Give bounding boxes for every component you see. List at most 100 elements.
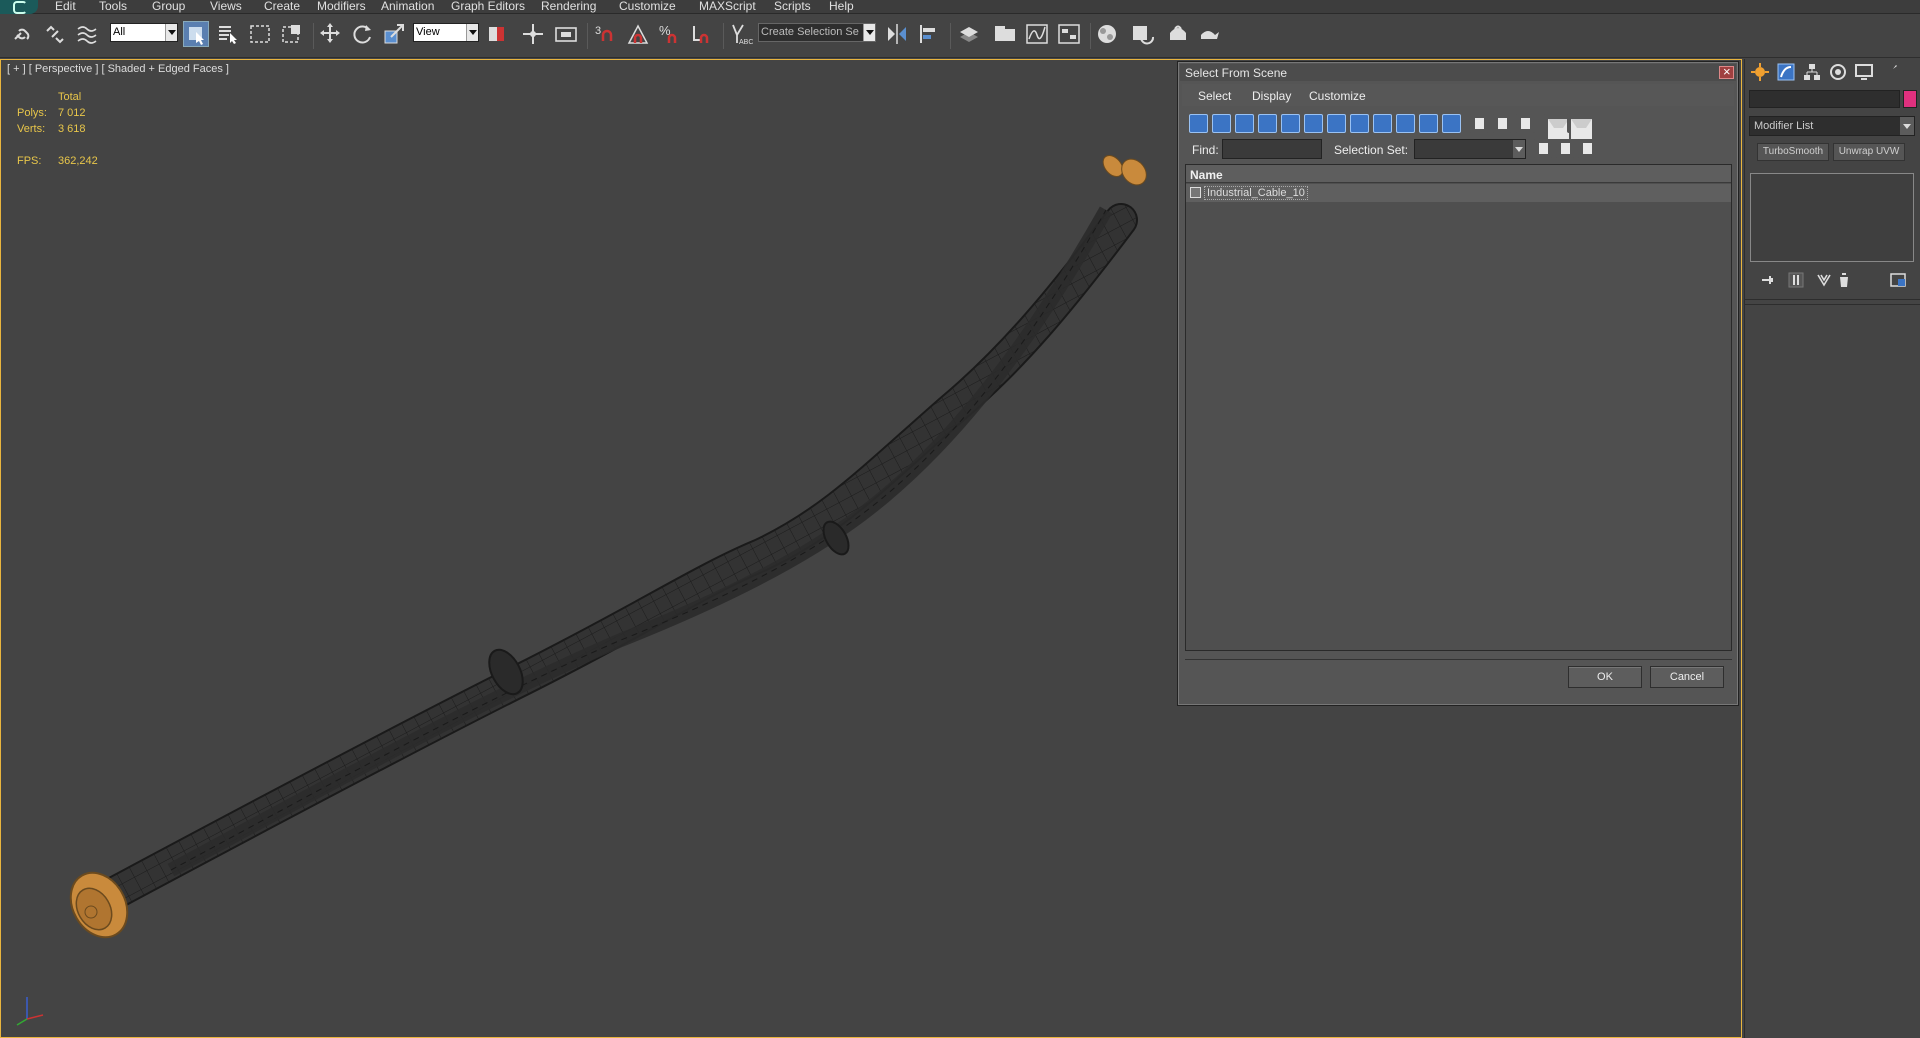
bones-filter-icon[interactable] xyxy=(1373,114,1392,133)
containers-filter-icon[interactable] xyxy=(1396,114,1415,133)
unlink-icon[interactable] xyxy=(42,21,68,47)
menu-animation[interactable]: Animation xyxy=(381,0,434,13)
render-production-icon[interactable] xyxy=(1197,21,1223,47)
mirror-icon[interactable] xyxy=(884,21,910,47)
layer-manager-icon[interactable] xyxy=(956,21,982,47)
create-selection-set-icon[interactable] xyxy=(1534,139,1553,158)
menu-maxscript[interactable]: MAXScript xyxy=(699,0,756,13)
menu-graph-editors[interactable]: Graph Editors xyxy=(451,0,525,13)
reference-coordinate-dropdown[interactable]: View xyxy=(413,23,479,42)
chevron-down-icon xyxy=(1513,140,1525,158)
angle-snap-icon[interactable] xyxy=(625,21,651,47)
material-editor-icon[interactable] xyxy=(1094,21,1120,47)
menu-customize[interactable]: Customize xyxy=(619,0,676,13)
window-crossing-icon[interactable] xyxy=(279,21,305,47)
configure-modifier-sets-icon[interactable] xyxy=(1889,271,1907,289)
select-all-icon[interactable] xyxy=(1470,114,1489,133)
move-icon[interactable] xyxy=(317,21,343,47)
modify-tab-icon[interactable] xyxy=(1775,61,1797,83)
link-icon[interactable] xyxy=(10,21,36,47)
name-column-header[interactable]: Name xyxy=(1190,168,1223,182)
display-tab-icon[interactable] xyxy=(1853,61,1875,83)
ok-button[interactable]: OK xyxy=(1568,666,1642,688)
menu-views[interactable]: Views xyxy=(210,0,242,13)
add-to-selection-set-icon[interactable] xyxy=(1556,139,1575,158)
keyboard-shortcut-override-icon[interactable] xyxy=(553,21,579,47)
select-manipulate-icon[interactable] xyxy=(520,21,546,47)
snaps-toggle-icon[interactable]: 3 xyxy=(593,21,619,47)
schematic-view-icon[interactable] xyxy=(1056,21,1082,47)
menu-rendering[interactable]: Rendering xyxy=(541,0,596,13)
xrefs-filter-icon[interactable] xyxy=(1350,114,1369,133)
percent-snap-icon[interactable]: % xyxy=(657,21,683,47)
remove-from-selection-set-icon[interactable] xyxy=(1578,139,1597,158)
align-icon[interactable] xyxy=(916,21,942,47)
filter-icon[interactable] xyxy=(1544,114,1569,139)
menu-tools[interactable]: Tools xyxy=(99,0,127,13)
app-logo-icon[interactable] xyxy=(0,0,38,14)
select-none-icon[interactable] xyxy=(1493,114,1512,133)
cancel-button[interactable]: Cancel xyxy=(1650,666,1724,688)
unwrap-uvw-button[interactable]: Unwrap UVW xyxy=(1833,143,1905,161)
svg-text:ABC: ABC xyxy=(739,39,753,46)
groups-filter-icon[interactable] xyxy=(1327,114,1346,133)
modifier-stack[interactable] xyxy=(1750,173,1914,262)
helpers-filter-icon[interactable] xyxy=(1281,114,1300,133)
menu-help[interactable]: Help xyxy=(829,0,854,13)
object-color-swatch[interactable] xyxy=(1903,90,1917,108)
menu-edit[interactable]: Edit xyxy=(55,0,76,13)
dialog-menu-select[interactable]: Select xyxy=(1198,89,1231,103)
invert-selection-icon[interactable] xyxy=(1516,114,1535,133)
modifier-list-dropdown[interactable]: Modifier List xyxy=(1749,116,1915,136)
utilities-tab-icon[interactable] xyxy=(1879,61,1901,83)
object-name[interactable]: Industrial_Cable_10 xyxy=(1204,186,1308,200)
select-by-name-icon[interactable] xyxy=(215,21,241,47)
object-name-field[interactable] xyxy=(1749,90,1900,108)
filter-options-icon[interactable] xyxy=(1567,114,1592,139)
dialog-menu-customize[interactable]: Customize xyxy=(1309,89,1366,103)
motion-tab-icon[interactable] xyxy=(1827,61,1849,83)
pivot-center-icon[interactable] xyxy=(484,21,510,47)
shapes-filter-icon[interactable] xyxy=(1212,114,1231,133)
dialog-menu-display[interactable]: Display xyxy=(1252,89,1291,103)
list-header[interactable]: Name xyxy=(1186,165,1731,183)
space-warps-filter-icon[interactable] xyxy=(1304,114,1323,133)
spinner-snap-icon[interactable] xyxy=(689,21,715,47)
cameras-filter-icon[interactable] xyxy=(1258,114,1277,133)
show-end-result-icon[interactable] xyxy=(1787,271,1805,289)
turbosmooth-button[interactable]: TurboSmooth xyxy=(1757,143,1829,161)
toolbar-separator xyxy=(950,23,951,49)
hidden-filter-icon[interactable] xyxy=(1442,114,1461,133)
pin-stack-icon[interactable] xyxy=(1759,271,1777,289)
menu-scripts[interactable]: Scripts xyxy=(774,0,811,13)
rectangular-selection-icon[interactable] xyxy=(247,21,273,47)
named-selection-sets-dropdown[interactable]: Create Selection Se xyxy=(758,23,876,42)
make-unique-icon[interactable] xyxy=(1815,271,1833,289)
scale-icon[interactable] xyxy=(381,21,407,47)
menu-create[interactable]: Create xyxy=(264,0,300,13)
render-setup-icon[interactable] xyxy=(1130,21,1156,47)
svg-text:3: 3 xyxy=(595,25,601,37)
menu-modifiers[interactable]: Modifiers xyxy=(317,0,366,13)
selection-filter-dropdown[interactable]: All xyxy=(110,23,178,42)
lights-filter-icon[interactable] xyxy=(1235,114,1254,133)
bind-space-warp-icon[interactable] xyxy=(74,21,100,47)
frozen-filter-icon[interactable] xyxy=(1419,114,1438,133)
geometry-filter-icon[interactable] xyxy=(1189,114,1208,133)
rendered-frame-window-icon[interactable] xyxy=(1165,21,1191,47)
menu-group[interactable]: Group xyxy=(152,0,185,13)
find-input[interactable] xyxy=(1222,139,1322,159)
close-icon[interactable] xyxy=(1719,64,1734,79)
dialog-title-bar[interactable]: Select From Scene xyxy=(1180,64,1736,81)
select-object-icon[interactable] xyxy=(183,21,209,47)
hierarchy-tab-icon[interactable] xyxy=(1801,61,1823,83)
edit-named-selection-icon[interactable]: ABC xyxy=(727,21,753,47)
remove-modifier-icon[interactable] xyxy=(1835,271,1853,289)
toggle-ribbon-icon[interactable] xyxy=(992,21,1018,47)
rotate-icon[interactable] xyxy=(349,21,375,47)
list-item[interactable]: Industrial_Cable_10 xyxy=(1186,184,1731,202)
curve-editor-icon[interactable] xyxy=(1024,21,1050,47)
create-tab-icon[interactable] xyxy=(1749,61,1771,83)
selection-set-dropdown[interactable] xyxy=(1414,139,1526,159)
scene-object-list[interactable]: Name Industrial_Cable_10 xyxy=(1185,164,1732,651)
